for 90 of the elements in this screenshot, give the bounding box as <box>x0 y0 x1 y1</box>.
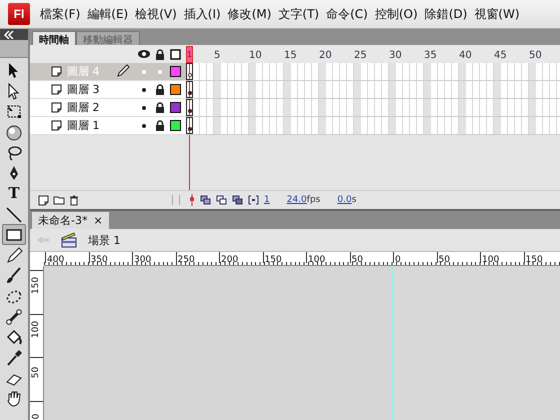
ruler-number: 50 <box>352 255 363 265</box>
current-frame[interactable]: 1 <box>264 195 270 205</box>
onion-markers-icon[interactable] <box>248 195 259 205</box>
ruler-number: 300 <box>134 255 152 265</box>
ruler-number: 350 <box>90 255 108 265</box>
collapse-icon[interactable] <box>4 30 14 38</box>
frame-number: 45 <box>494 50 507 60</box>
layer-row[interactable]: 圖層 3 <box>30 81 186 99</box>
frame-number: 10 <box>249 50 262 60</box>
layer-icon <box>51 66 62 77</box>
layer-name: 圖層 1 <box>67 118 100 133</box>
eye-icon[interactable] <box>137 49 151 59</box>
layer-color-swatch[interactable] <box>170 66 181 77</box>
frame-number: 35 <box>424 50 437 60</box>
ruler-number: 250 <box>178 255 195 265</box>
layer-icon <box>51 102 62 113</box>
delete-icon[interactable] <box>69 194 79 206</box>
free-transform-icon[interactable] <box>4 102 24 120</box>
layer-name: 圖層 4 <box>67 64 100 79</box>
lock-icon[interactable] <box>155 102 165 113</box>
ruler-number: 50 <box>438 255 450 265</box>
layer-name: 圖層 2 <box>67 100 100 115</box>
keyframe[interactable] <box>186 63 193 80</box>
frame-rate[interactable]: 24.0 <box>286 195 307 205</box>
layer-icon <box>51 84 62 95</box>
menu-item[interactable]: 除錯(D) <box>424 6 468 22</box>
onion-outline-icon[interactable] <box>216 195 227 205</box>
menu-item[interactable]: 文字(T) <box>278 6 320 22</box>
menu-item[interactable]: 修改(M) <box>228 6 272 22</box>
unlocked-dot-icon[interactable] <box>155 70 165 74</box>
layer-color-swatch[interactable] <box>170 120 181 131</box>
ruler-number: 150 <box>526 255 543 265</box>
ruler-number: 50 <box>32 366 41 378</box>
keyframe[interactable] <box>186 99 193 116</box>
frame-number: 15 <box>284 50 297 60</box>
elapsed-time: 0.0 <box>337 195 352 205</box>
close-button[interactable]: × <box>93 214 103 227</box>
frame-number: 40 <box>459 50 472 60</box>
menu-item[interactable]: 視窗(W) <box>474 6 520 22</box>
frame-number: 25 <box>354 50 367 60</box>
layer-name: 圖層 3 <box>67 82 100 97</box>
edit-frames-icon[interactable] <box>232 195 243 205</box>
paint-bucket-icon[interactable] <box>4 328 24 346</box>
lock-icon[interactable] <box>155 120 165 131</box>
folder-icon[interactable] <box>53 195 65 205</box>
onion-skin-icon[interactable] <box>200 195 211 205</box>
keyframe[interactable] <box>186 117 193 134</box>
layer-row[interactable]: 圖層 2 <box>30 99 186 117</box>
ruler-number: 400 <box>47 255 64 265</box>
menu-item[interactable]: 控制(O) <box>374 6 418 22</box>
new-layer-icon[interactable] <box>38 194 49 206</box>
ruler-number: 100 <box>32 320 41 338</box>
lock-icon[interactable] <box>155 48 165 60</box>
outline-icon[interactable] <box>170 48 181 60</box>
ruler-number: 0 <box>395 255 401 265</box>
menu-item[interactable]: 插入(I) <box>184 6 221 22</box>
document-tab[interactable]: 未命名-3* × <box>32 212 109 229</box>
menu-item[interactable]: 檔案(F) <box>40 6 80 22</box>
frame-number: 50 <box>529 50 542 60</box>
menu-item[interactable]: 檢視(V) <box>135 6 177 22</box>
layer-color-swatch[interactable] <box>170 84 181 95</box>
frame-number: 5 <box>214 50 220 60</box>
ruler-number: 200 <box>221 255 238 265</box>
menu-item[interactable]: 命令(C) <box>326 6 368 22</box>
pencil-icon[interactable] <box>4 246 24 264</box>
playhead-line <box>189 135 190 190</box>
center-frame-icon[interactable] <box>189 194 195 206</box>
ruler-number: 150 <box>32 276 41 294</box>
ruler-number: 150 <box>264 255 282 265</box>
frame-number: 20 <box>319 50 332 60</box>
frame-rate-unit: fps <box>306 195 320 205</box>
lock-icon[interactable] <box>155 84 165 95</box>
text-tool[interactable]: T <box>8 184 20 202</box>
panel-tab[interactable]: 時間軸 <box>32 31 76 45</box>
keyframe[interactable] <box>186 81 193 98</box>
ruler-number: 100 <box>482 255 500 265</box>
scene-icon <box>60 232 78 248</box>
layer-color-swatch[interactable] <box>170 102 181 113</box>
scene-name[interactable]: 場景 1 <box>88 232 120 248</box>
ruler-number: 100 <box>308 255 326 265</box>
layer-icon <box>51 120 62 131</box>
menu-item[interactable]: 編輯(E) <box>87 6 128 22</box>
line-icon[interactable] <box>4 204 24 223</box>
time-unit: s <box>352 195 356 205</box>
layer-row[interactable]: 圖層 1 <box>30 117 186 135</box>
sphere-icon[interactable] <box>4 122 24 141</box>
bone-icon[interactable] <box>4 307 24 326</box>
ruler-number: 0 <box>32 413 41 419</box>
app-logo: Fl <box>8 3 30 25</box>
frame-number: 30 <box>389 50 402 60</box>
